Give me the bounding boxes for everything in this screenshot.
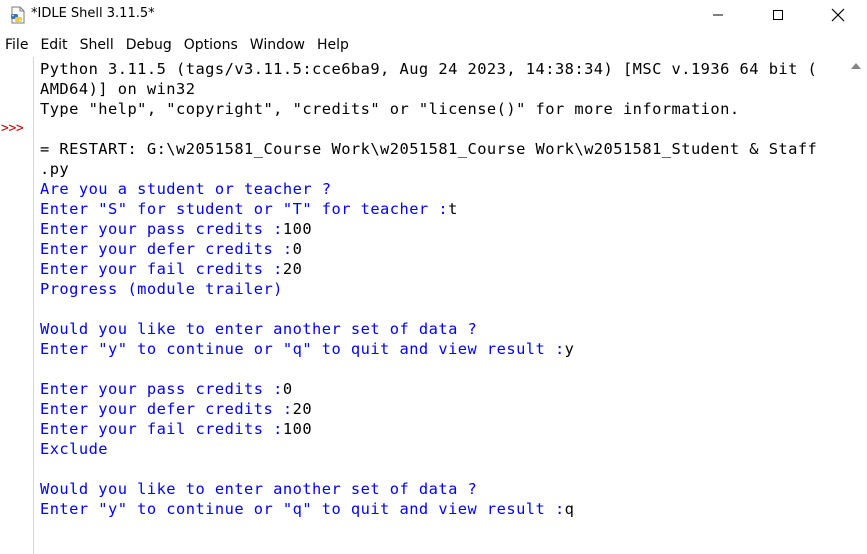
shell-line-text: .py xyxy=(40,160,70,178)
user-input-text: 20 xyxy=(292,400,313,418)
menu-bar: File Edit Shell Debug Options Window Help xyxy=(0,33,867,57)
window-title: *IDLE Shell 3.11.5* xyxy=(31,6,155,21)
shell-line: Exclude xyxy=(40,439,845,459)
shell-line: Enter your fail credits :100 xyxy=(40,419,845,439)
menu-help[interactable]: Help xyxy=(311,33,355,57)
shell-line-text: Are you a student or teacher ? xyxy=(40,180,332,198)
user-input-text: 100 xyxy=(282,420,313,438)
menu-debug[interactable]: Debug xyxy=(120,33,178,57)
shell-line: Python 3.11.5 (tags/v3.11.5:cce6ba9, Aug… xyxy=(40,59,845,79)
shell-line: Enter your pass credits :0 xyxy=(40,379,845,399)
shell-text[interactable]: Python 3.11.5 (tags/v3.11.5:cce6ba9, Aug… xyxy=(40,59,845,554)
shell-line-text: Python 3.11.5 (tags/v3.11.5:cce6ba9, Aug… xyxy=(40,60,818,78)
maximize-icon xyxy=(773,10,783,20)
shell-line-text: Exclude xyxy=(40,440,109,458)
menu-shell[interactable]: Shell xyxy=(74,33,120,57)
shell-area: >>> Python 3.11.5 (tags/v3.11.5:cce6ba9,… xyxy=(0,57,867,554)
minimize-icon xyxy=(713,14,723,16)
shell-line-text: Enter your fail credits : xyxy=(40,260,283,278)
shell-line-text: Enter "y" to continue or "q" to quit and… xyxy=(40,500,565,518)
shell-line: Are you a student or teacher ? xyxy=(40,179,845,199)
shell-line: Enter "y" to continue or "q" to quit and… xyxy=(40,499,845,519)
shell-line-text: Enter "y" to continue or "q" to quit and… xyxy=(40,340,565,358)
close-button[interactable] xyxy=(815,0,861,30)
shell-sidebar: >>> xyxy=(0,57,34,554)
shell-line: Type "help", "copyright", "credits" or "… xyxy=(40,99,845,119)
shell-line-text: Enter your defer credits : xyxy=(40,400,293,418)
shell-line-text: Type "help", "copyright", "credits" or "… xyxy=(40,100,740,118)
shell-line-text: Enter your defer credits : xyxy=(40,240,293,258)
user-input-text: 0 xyxy=(282,380,293,398)
menu-window[interactable]: Window xyxy=(244,33,311,57)
shell-line: Progress (module trailer) xyxy=(40,279,845,299)
menu-file[interactable]: File xyxy=(0,33,34,57)
shell-line: Enter your defer credits :0 xyxy=(40,239,845,259)
menu-edit[interactable]: Edit xyxy=(34,33,73,57)
shell-line-text: Enter your fail credits : xyxy=(40,420,283,438)
shell-line: Enter your pass credits :100 xyxy=(40,219,845,239)
shell-line-text: Enter "S" for student or "T" for teacher… xyxy=(40,200,449,218)
shell-line-text: AMD64)] on win32 xyxy=(40,80,196,98)
user-input-text: 20 xyxy=(282,260,303,278)
shell-line: Enter "y" to continue or "q" to quit and… xyxy=(40,339,845,359)
shell-line: .py xyxy=(40,159,845,179)
shell-line-text: Enter your pass credits : xyxy=(40,380,283,398)
idle-python-icon xyxy=(11,6,25,24)
menu-options[interactable]: Options xyxy=(178,33,244,57)
vertical-scrollbar[interactable] xyxy=(846,57,867,554)
shell-line: Enter your fail credits :20 xyxy=(40,259,845,279)
shell-line-text: Would you like to enter another set of d… xyxy=(40,320,478,338)
user-input-text: t xyxy=(448,200,458,218)
scroll-up-arrow-icon[interactable] xyxy=(851,63,861,69)
shell-line: Would you like to enter another set of d… xyxy=(40,479,845,499)
shell-line-text: Enter your pass credits : xyxy=(40,220,283,238)
user-input-text: q xyxy=(564,500,575,518)
user-input-text: 100 xyxy=(282,220,313,238)
shell-prompt: >>> xyxy=(1,121,24,136)
maximize-button[interactable] xyxy=(755,0,801,30)
user-input-text: y xyxy=(564,340,575,358)
shell-line: AMD64)] on win32 xyxy=(40,79,845,99)
shell-line: Enter "S" for student or "T" for teacher… xyxy=(40,199,845,219)
shell-line-text: = RESTART: G:\w2051581_Course Work\w2051… xyxy=(40,140,818,158)
close-icon xyxy=(831,8,845,22)
idle-shell-window: *IDLE Shell 3.11.5* File Edit Shell Debug Op… xyxy=(0,0,867,554)
shell-line-text: Would you like to enter another set of d… xyxy=(40,480,478,498)
user-input-text: 0 xyxy=(292,240,303,258)
title-bar[interactable]: *IDLE Shell 3.11.5* xyxy=(0,0,867,32)
shell-line: Would you like to enter another set of d… xyxy=(40,319,845,339)
shell-line: Enter your defer credits :20 xyxy=(40,399,845,419)
minimize-button[interactable] xyxy=(695,0,741,30)
shell-line-text: Progress (module trailer) xyxy=(40,280,283,298)
shell-line: = RESTART: G:\w2051581_Course Work\w2051… xyxy=(40,139,845,159)
